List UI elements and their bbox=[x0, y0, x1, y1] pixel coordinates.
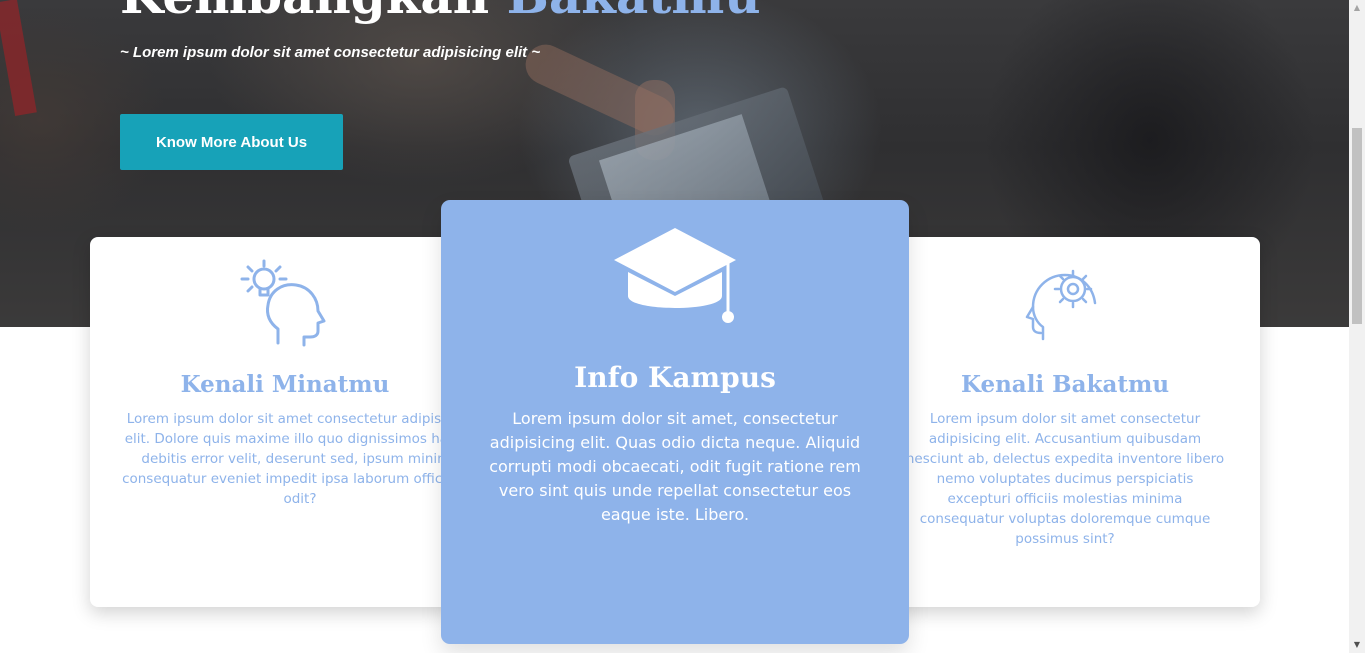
hero-title-main: Kembangkan bbox=[120, 0, 507, 25]
know-more-button[interactable]: Know More About Us bbox=[120, 114, 343, 170]
card-text: Lorem ipsum dolor sit amet consectetur a… bbox=[122, 411, 478, 507]
scroll-up-arrow-icon[interactable]: ▲ bbox=[1349, 0, 1365, 16]
hero-title-accent: Bakatmu bbox=[507, 0, 761, 25]
idea-head-icon bbox=[240, 259, 326, 347]
card-info-kampus: Info Kampus Lorem ipsum dolor sit amet, … bbox=[441, 200, 909, 644]
card-kenali-bakatmu: Kenali Bakatmu Lorem ipsum dolor sit ame… bbox=[870, 237, 1260, 607]
hero-title: Kembangkan Bakatmu bbox=[120, 0, 761, 26]
card-title: Info Kampus bbox=[574, 361, 776, 394]
card-title: Kenali Minatmu bbox=[180, 371, 390, 398]
vertical-scrollbar[interactable]: ▲ ▼ bbox=[1349, 0, 1365, 653]
gear-head-icon bbox=[1025, 269, 1097, 341]
scrollbar-thumb[interactable] bbox=[1352, 128, 1362, 324]
card-title: Kenali Bakatmu bbox=[960, 371, 1170, 398]
hero-background-image bbox=[0, 0, 37, 117]
scroll-down-arrow-icon[interactable]: ▼ bbox=[1349, 637, 1365, 653]
card-kenali-minatmu: Kenali Minatmu Lorem ipsum dolor sit ame… bbox=[90, 237, 480, 607]
card-text: Lorem ipsum dolor sit amet, consectetur … bbox=[489, 409, 861, 524]
card-text: Lorem ipsum dolor sit amet consectetur a… bbox=[905, 411, 1225, 547]
hero-subtitle: ~ Lorem ipsum dolor sit amet consectetur… bbox=[120, 44, 541, 61]
graduation-cap-icon bbox=[614, 228, 736, 323]
